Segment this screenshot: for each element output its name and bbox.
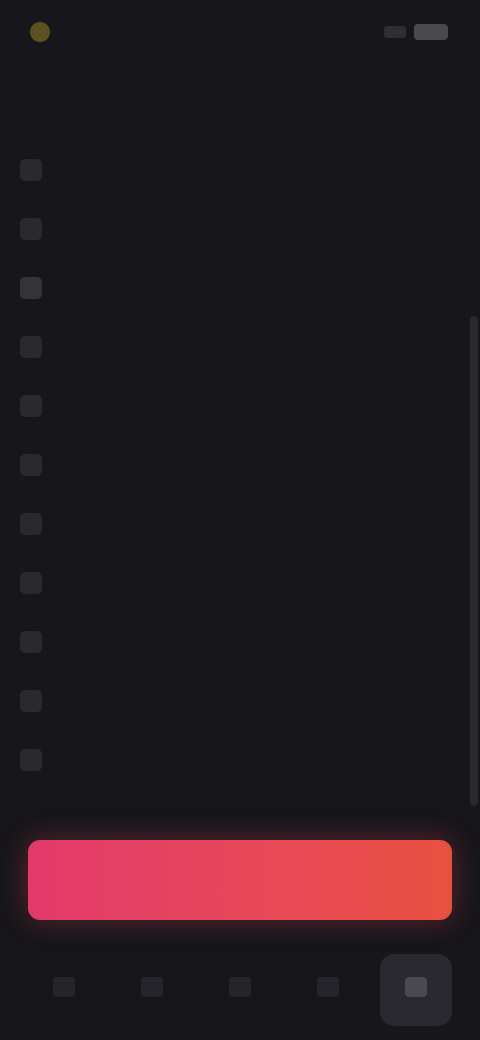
menu-item[interactable] [0, 730, 460, 789]
menu-item[interactable] [0, 199, 460, 258]
menu-item[interactable] [0, 671, 460, 730]
brand-logo[interactable] [30, 22, 58, 42]
item-icon [20, 276, 42, 299]
nav-tab[interactable] [28, 954, 100, 1026]
scrollbar[interactable] [470, 316, 478, 806]
nav-tab[interactable] [204, 954, 276, 1026]
menu-item[interactable] [0, 553, 460, 612]
menu-item[interactable] [0, 258, 460, 317]
item-icon [20, 689, 42, 712]
nav-tab[interactable] [292, 954, 364, 1026]
item-icon [20, 394, 42, 417]
tab-icon [317, 977, 339, 997]
status-bar [0, 0, 480, 64]
scrollbar-thumb[interactable] [470, 316, 478, 806]
item-icon [20, 335, 42, 358]
menu-item[interactable] [0, 317, 460, 376]
menu-item[interactable] [0, 435, 460, 494]
menu-list [0, 140, 460, 789]
nav-tab-active[interactable] [380, 954, 452, 1026]
item-icon [20, 217, 42, 240]
menu-item[interactable] [0, 612, 460, 671]
brand-logo-icon [30, 22, 50, 42]
item-icon [20, 630, 42, 653]
tab-icon [53, 977, 75, 997]
menu-item[interactable] [0, 494, 460, 553]
tab-icon [229, 977, 251, 997]
menu-item[interactable] [0, 140, 460, 199]
item-icon [20, 512, 42, 535]
tab-icon [405, 977, 427, 997]
primary-cta-button[interactable] [28, 840, 452, 920]
nav-tab[interactable] [116, 954, 188, 1026]
menu-item[interactable] [0, 376, 460, 435]
item-icon [20, 748, 42, 771]
signal-icon [384, 26, 406, 38]
item-icon [20, 158, 42, 181]
app-screen [0, 0, 480, 1040]
battery-icon [414, 24, 448, 40]
status-icons [384, 24, 448, 40]
bottom-nav [0, 940, 480, 1040]
item-icon [20, 453, 42, 476]
item-icon [20, 571, 42, 594]
tab-icon [141, 977, 163, 997]
